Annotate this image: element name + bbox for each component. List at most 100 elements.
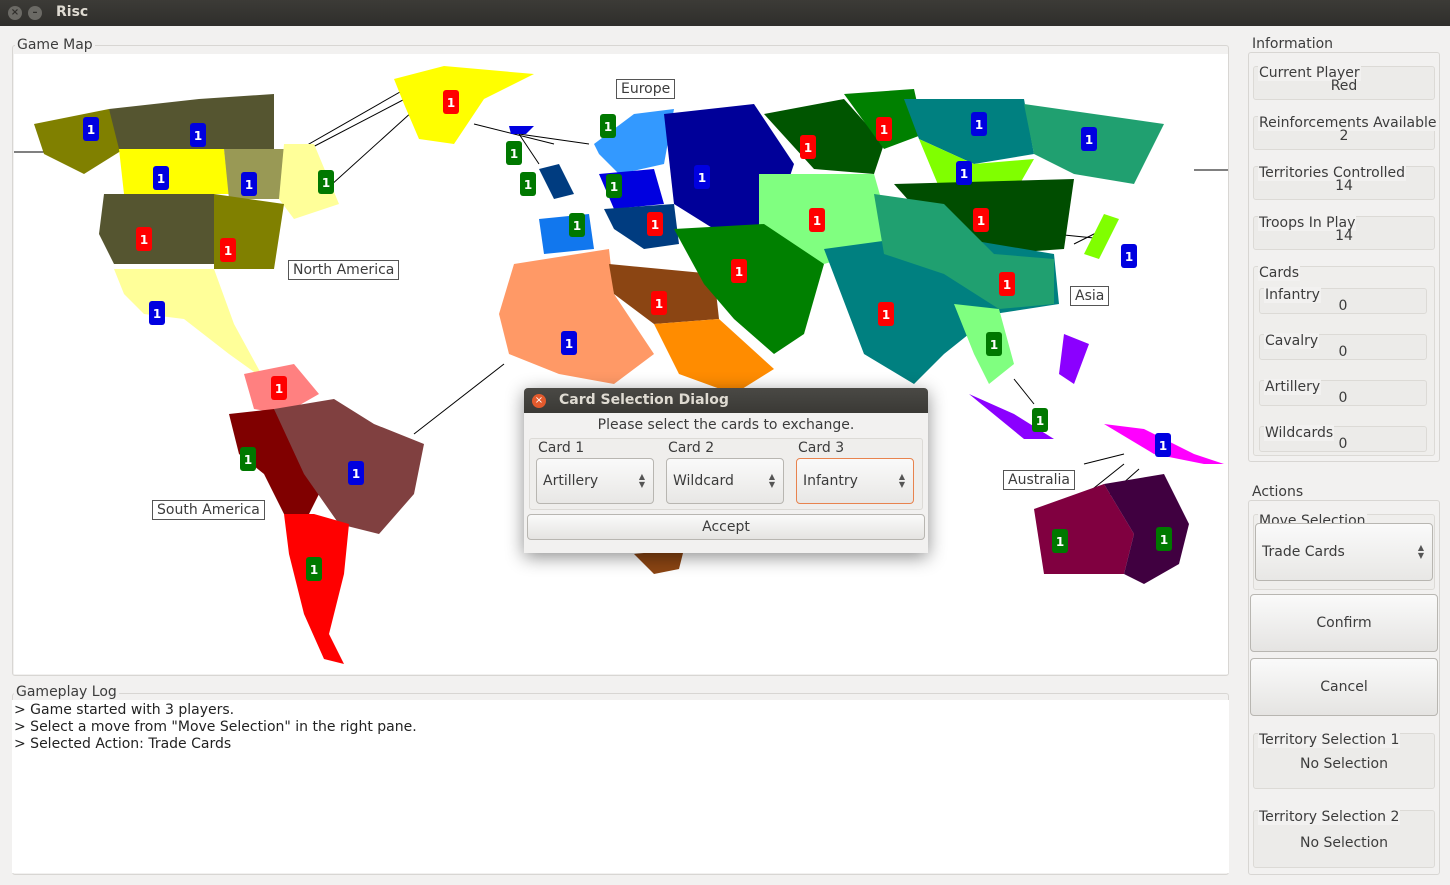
move-selection-value: Trade Cards xyxy=(1262,544,1345,560)
dialog-titlebar: × Card Selection Dialog xyxy=(524,388,928,413)
svg-text:1: 1 xyxy=(573,219,581,233)
troop-marker: 1 xyxy=(136,227,152,251)
troop-marker: 1 xyxy=(731,259,747,283)
reinforcements-box: Reinforcements Available 2 xyxy=(1253,115,1438,150)
troop-marker: 1 xyxy=(1121,244,1137,268)
move-selection-dropdown[interactable]: Trade Cards ▲ ▼ xyxy=(1255,523,1433,581)
card3-label: Card 3 xyxy=(796,440,847,456)
log-line: > Game started with 3 players. xyxy=(14,702,235,718)
card1-value: Artillery xyxy=(543,473,599,489)
troop-marker: 1 xyxy=(878,302,894,326)
log-line: > Selected Action: Trade Cards xyxy=(14,736,232,752)
troop-marker: 1 xyxy=(600,114,616,138)
svg-text:1: 1 xyxy=(1160,533,1168,547)
svg-text:1: 1 xyxy=(447,96,455,110)
accept-button[interactable]: Accept xyxy=(527,514,925,540)
card2-dropdown[interactable]: Wildcard ▲ ▼ xyxy=(666,458,784,504)
card3-dropdown[interactable]: Infantry ▲ ▼ xyxy=(796,458,914,504)
window-title: Risc xyxy=(56,4,89,20)
svg-text:1: 1 xyxy=(990,338,998,352)
updown-arrows-icon: ▲ ▼ xyxy=(638,472,645,489)
svg-text:1: 1 xyxy=(975,118,983,132)
cancel-button[interactable]: Cancel xyxy=(1250,658,1438,716)
territory-selection-2-label: Territory Selection 2 xyxy=(1258,809,1401,825)
card-cavalry-count: 0 xyxy=(1338,344,1348,360)
troop-marker: 1 xyxy=(1052,529,1068,553)
svg-text:1: 1 xyxy=(960,167,968,181)
territories-controlled-box: Territories Controlled 14 xyxy=(1253,165,1435,200)
troop-marker: 1 xyxy=(986,332,1002,356)
card-infantry-count: 0 xyxy=(1338,298,1348,314)
svg-text:1: 1 xyxy=(87,123,95,137)
troop-marker: 1 xyxy=(999,272,1015,296)
card-count-infantry: Infantry 0 xyxy=(1259,287,1427,314)
svg-text:1: 1 xyxy=(813,214,821,228)
svg-text:1: 1 xyxy=(977,214,985,228)
troop-marker: 1 xyxy=(1155,433,1171,457)
updown-arrows-icon: ▲ ▼ xyxy=(768,472,775,489)
close-window-icon[interactable]: × xyxy=(8,6,22,20)
territories-controlled-value: 14 xyxy=(1335,178,1353,194)
territory-selection-1-label: Territory Selection 1 xyxy=(1258,732,1401,748)
troop-marker: 1 xyxy=(956,161,972,185)
svg-text:1: 1 xyxy=(651,218,659,232)
continent-label-europe: Europe xyxy=(616,79,676,99)
svg-text:1: 1 xyxy=(510,147,518,161)
world-map[interactable]: 1 1 1 1 1 1 1 1 1 1 1 1 1 1 1 1 1 1 1 1 … xyxy=(14,54,1228,674)
troop-marker: 1 xyxy=(520,172,536,196)
svg-text:1: 1 xyxy=(224,244,232,258)
troop-marker: 1 xyxy=(220,238,236,262)
svg-text:1: 1 xyxy=(157,172,165,186)
svg-text:1: 1 xyxy=(153,307,161,321)
territory-selection-1-box: Territory Selection 1 No Selection xyxy=(1253,732,1435,789)
svg-text:1: 1 xyxy=(275,382,283,396)
svg-text:1: 1 xyxy=(610,180,618,194)
dialog-prompt: Please select the cards to exchange. xyxy=(597,417,855,433)
svg-text:1: 1 xyxy=(194,129,202,143)
troop-marker: 1 xyxy=(651,291,667,315)
troop-marker: 1 xyxy=(606,174,622,198)
troop-marker: 1 xyxy=(190,123,206,147)
svg-text:1: 1 xyxy=(698,171,706,185)
svg-text:1: 1 xyxy=(735,265,743,279)
confirm-button[interactable]: Confirm xyxy=(1250,594,1438,652)
svg-text:1: 1 xyxy=(882,308,890,322)
gameplay-log[interactable]: > Game started with 3 players. > Select … xyxy=(12,700,1229,873)
troop-marker: 1 xyxy=(971,112,987,136)
svg-text:1: 1 xyxy=(804,141,812,155)
troop-marker: 1 xyxy=(149,301,165,325)
territory-selection-1-value: No Selection xyxy=(1299,756,1388,772)
svg-text:1: 1 xyxy=(244,453,252,467)
svg-text:1: 1 xyxy=(880,123,888,137)
actions-label: Actions xyxy=(1250,484,1306,500)
troop-marker: 1 xyxy=(694,165,710,189)
troop-marker: 1 xyxy=(800,135,816,159)
information-label: Information xyxy=(1250,36,1336,52)
game-map-label: Game Map xyxy=(15,37,95,53)
troop-marker: 1 xyxy=(561,331,577,355)
log-line: > Select a move from "Move Selection" in… xyxy=(14,719,417,735)
world-map-canvas: 1 1 1 1 1 1 1 1 1 1 1 1 1 1 1 1 1 1 1 1 … xyxy=(14,66,1228,664)
card-count-cavalry: Cavalry 0 xyxy=(1259,333,1427,360)
gameplay-log-label: Gameplay Log xyxy=(14,684,119,700)
card1-label: Card 1 xyxy=(536,440,587,456)
troop-marker: 1 xyxy=(443,90,459,114)
current-player-value: Red xyxy=(1330,78,1358,94)
updown-arrows-icon: ▲ ▼ xyxy=(1417,543,1424,560)
svg-text:1: 1 xyxy=(1085,133,1093,147)
dialog-close-icon[interactable]: × xyxy=(532,394,546,408)
svg-text:1: 1 xyxy=(140,233,148,247)
card1-dropdown[interactable]: Artillery ▲ ▼ xyxy=(536,458,654,504)
card-count-artillery: Artillery 0 xyxy=(1259,379,1427,406)
continent-label-south-america: South America xyxy=(152,500,265,520)
svg-text:1: 1 xyxy=(322,176,330,190)
territory-selection-2-value: No Selection xyxy=(1299,835,1388,851)
continent-label-australia: Australia xyxy=(1003,470,1075,490)
minimize-window-icon[interactable]: – xyxy=(28,6,42,20)
svg-text:1: 1 xyxy=(655,297,663,311)
card-count-wildcards: Wildcards 0 xyxy=(1259,425,1427,452)
troop-marker: 1 xyxy=(1156,527,1172,551)
updown-arrows-icon: ▲ ▼ xyxy=(898,472,905,489)
australia-territories xyxy=(1034,424,1224,584)
svg-text:1: 1 xyxy=(1159,439,1167,453)
